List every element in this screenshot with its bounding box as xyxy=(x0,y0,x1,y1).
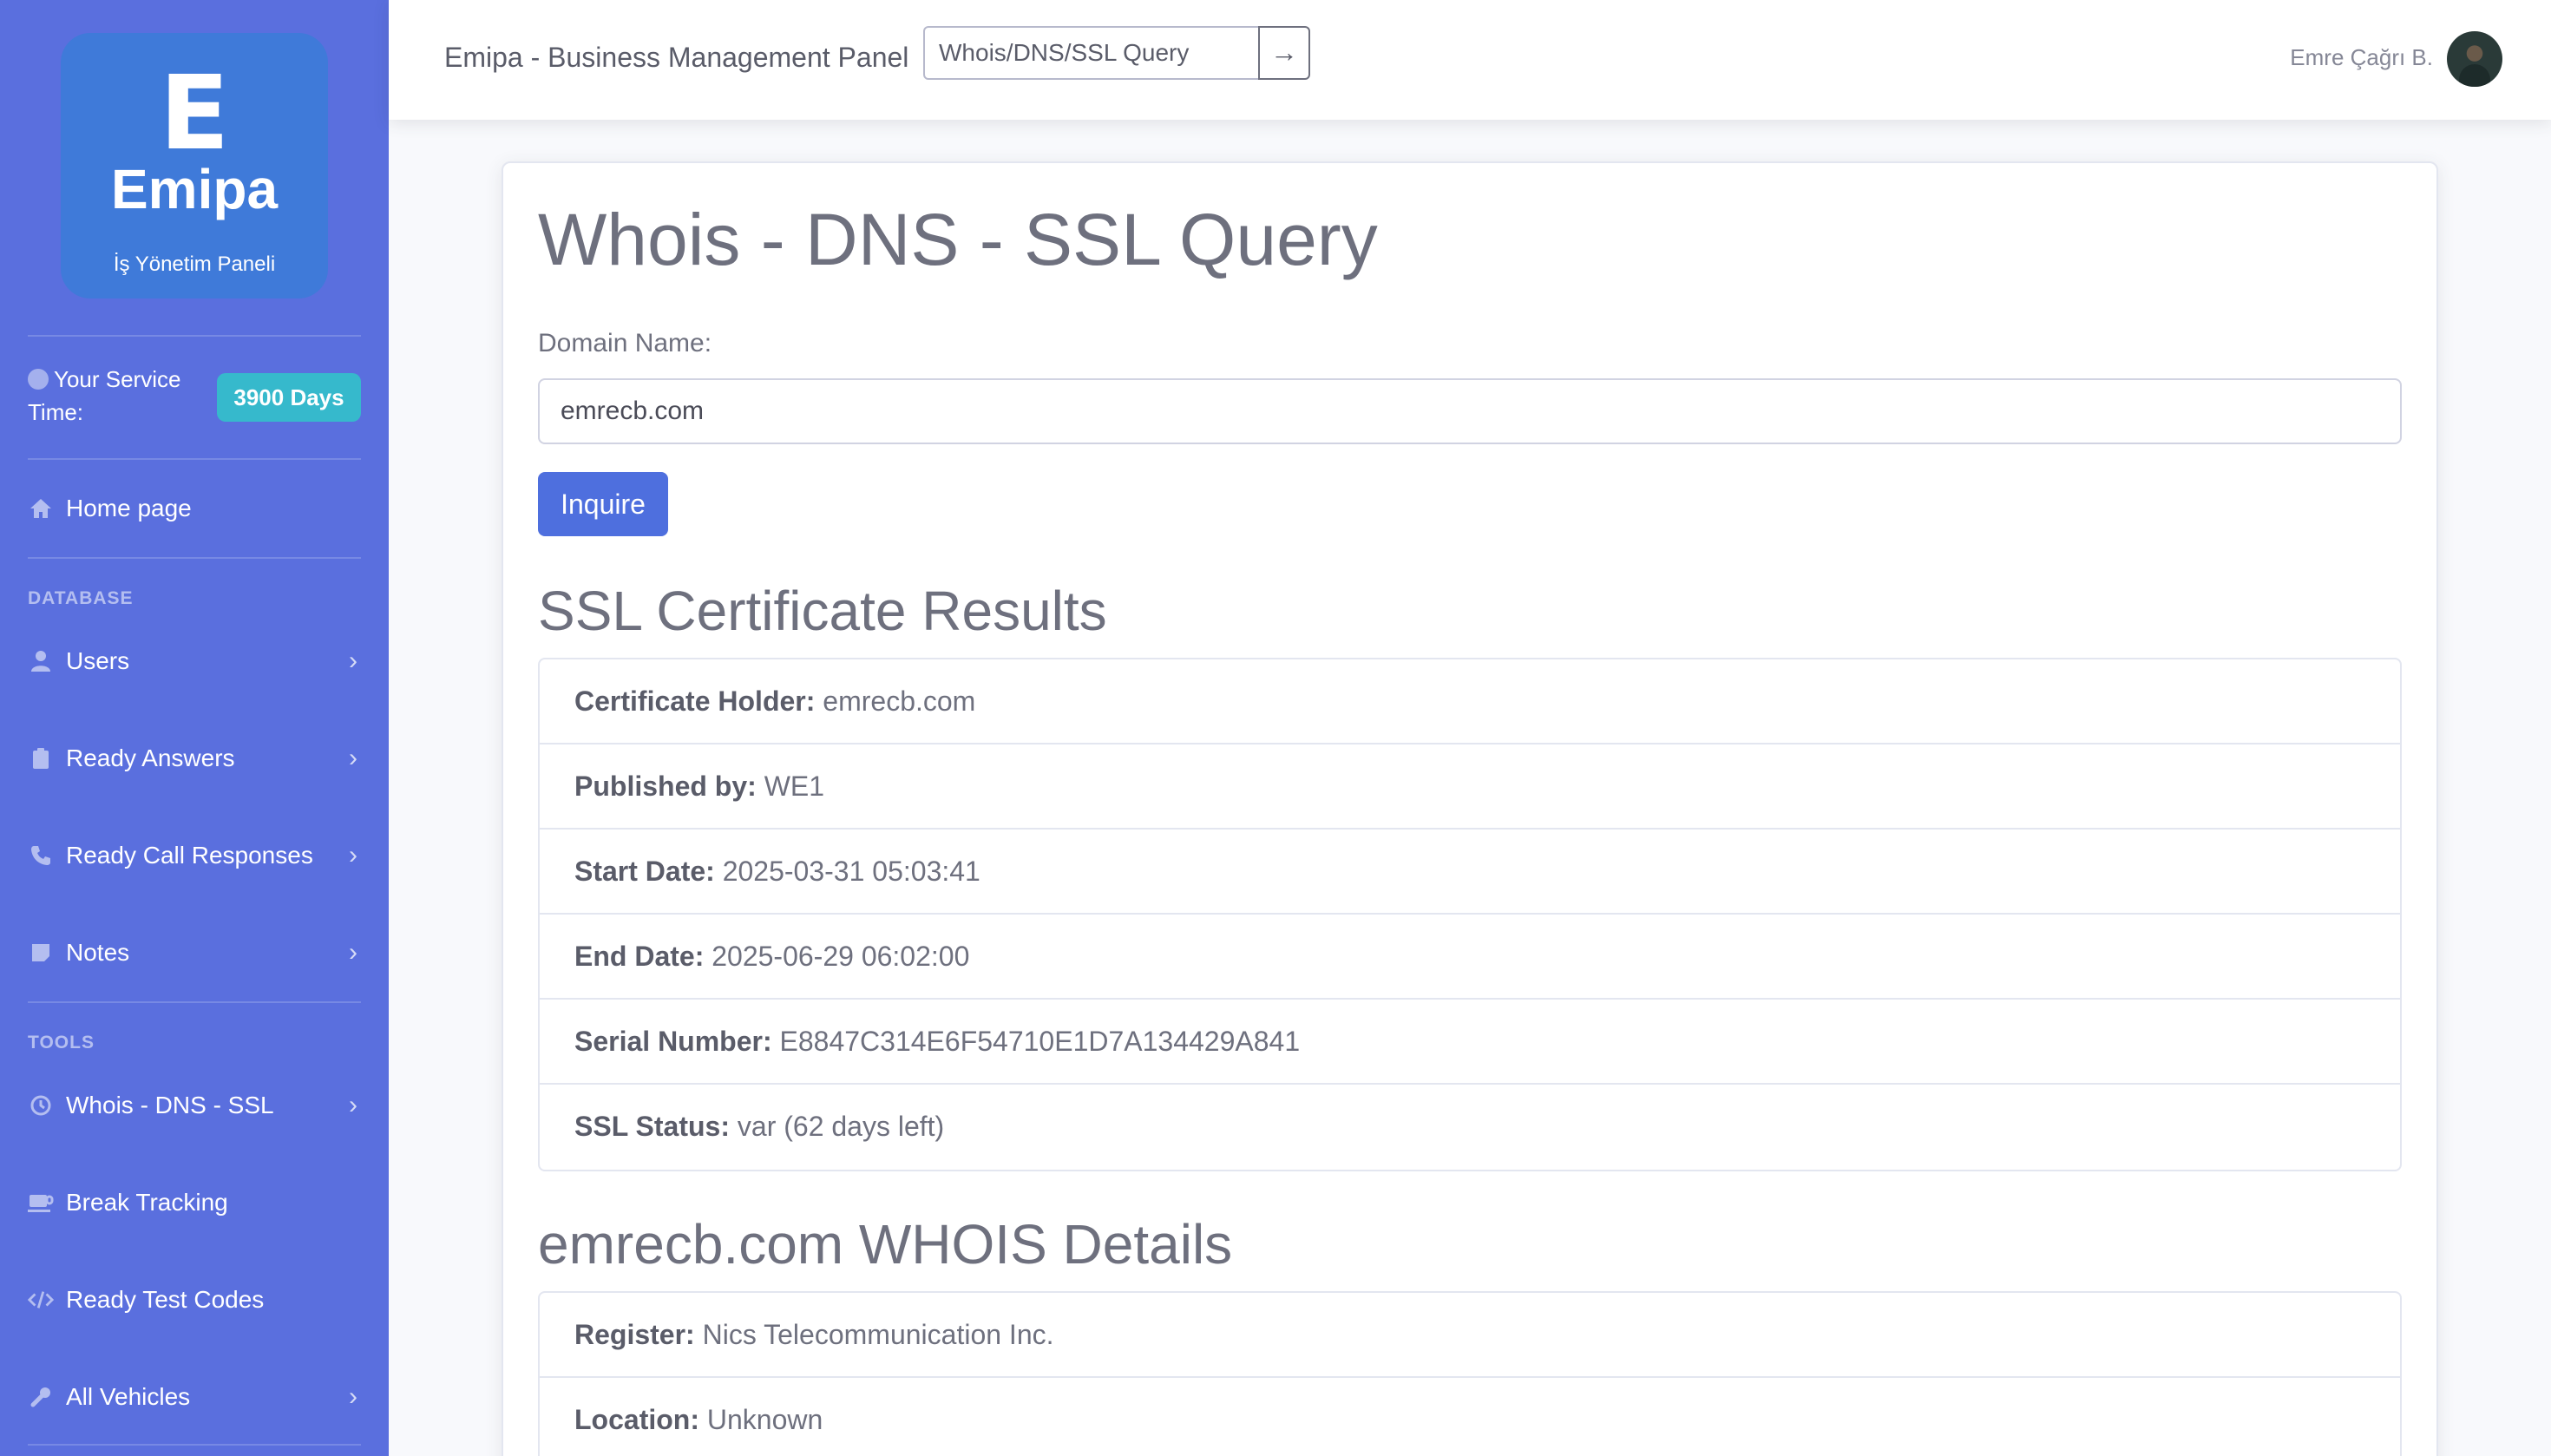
chevron-right-icon: › xyxy=(349,1382,357,1411)
sidebar-item-whois-dns-ssl[interactable]: Whois - DNS - SSL › xyxy=(28,1079,361,1131)
chevron-right-icon: › xyxy=(349,938,357,967)
sidebar: E Emipa İş Yönetim Paneli Your Service T… xyxy=(0,0,389,1456)
domain-label: Domain Name: xyxy=(538,329,712,357)
sidebar-item-label: Home page xyxy=(66,495,192,521)
topbar: Emipa - Business Management Panel → Emre… xyxy=(389,0,2551,120)
sidebar-item-all-vehicles[interactable]: All Vehicles › xyxy=(28,1371,361,1423)
wrench-icon xyxy=(28,1384,54,1410)
list-item: SSL Status: var (62 days left) xyxy=(574,1111,945,1142)
sidebar-item-label: Break Tracking xyxy=(66,1189,228,1216)
avatar[interactable] xyxy=(2447,31,2502,87)
brand-subtitle: İş Yönetim Paneli xyxy=(113,253,276,276)
sidebar-divider xyxy=(28,458,361,460)
top-search-input[interactable] xyxy=(923,26,1260,80)
page-title: Whois - DNS - SSL Query xyxy=(538,199,1378,280)
sidebar-item-label: Ready Test Codes xyxy=(66,1286,265,1313)
sidebar-item-users[interactable]: Users › xyxy=(28,635,361,687)
domain-input[interactable] xyxy=(538,378,2402,444)
sticky-note-icon xyxy=(28,940,54,966)
clipboard-icon xyxy=(28,745,54,771)
phone-icon xyxy=(28,843,54,869)
sidebar-item-ready-call-responses[interactable]: Ready Call Responses › xyxy=(28,830,361,882)
app-title: Emipa - Business Management Panel xyxy=(444,42,909,73)
ssl-results-heading: SSL Certificate Results xyxy=(538,580,1107,642)
ssl-results-list: Certificate Holder: emrecb.com Published… xyxy=(538,658,2402,1171)
sidebar-divider xyxy=(28,1001,361,1003)
sidebar-item-ready-answers[interactable]: Ready Answers › xyxy=(28,732,361,784)
chevron-right-icon: › xyxy=(349,1091,357,1119)
clock-icon xyxy=(28,369,49,390)
sidebar-item-ready-test-codes[interactable]: Ready Test Codes xyxy=(28,1274,361,1326)
history-icon xyxy=(28,1092,54,1118)
service-days-badge: 3900 Days xyxy=(217,373,361,422)
search-go-button[interactable]: → xyxy=(1258,26,1310,80)
logo-letter: E xyxy=(159,53,230,173)
brand-name: Emipa xyxy=(110,158,279,220)
user-icon xyxy=(28,648,54,674)
list-item: End Date: 2025-06-29 06:02:00 xyxy=(540,915,2400,1000)
chevron-right-icon: › xyxy=(349,744,357,772)
sidebar-item-label: All Vehicles xyxy=(66,1383,191,1410)
tools-heading: TOOLS xyxy=(28,1033,95,1053)
whois-details-list: Register: Nics Telecommunication Inc. Lo… xyxy=(538,1291,2402,1456)
sidebar-item-home[interactable]: Home page xyxy=(28,482,361,535)
list-item: Serial Number: E8847C314E6F54710E1D7A134… xyxy=(540,1000,2400,1085)
service-time-label: Your Service Time: xyxy=(28,366,181,425)
sidebar-item-label: Ready Answers xyxy=(66,744,235,771)
sidebar-item-label: Notes xyxy=(66,939,130,966)
sidebar-divider xyxy=(28,1444,361,1446)
coffee-icon xyxy=(28,1190,54,1216)
sidebar-divider xyxy=(28,335,361,337)
chevron-right-icon: › xyxy=(349,841,357,869)
sidebar-divider xyxy=(28,557,361,559)
sidebar-item-notes[interactable]: Notes › xyxy=(28,927,361,979)
sidebar-item-label: Ready Call Responses xyxy=(66,842,313,869)
whois-heading: emrecb.com WHOIS Details xyxy=(538,1213,1233,1276)
list-item: Certificate Holder: emrecb.com xyxy=(540,659,2400,744)
chevron-right-icon: › xyxy=(349,646,357,675)
list-item: Location: Unknown xyxy=(574,1404,823,1435)
arrow-right-icon: → xyxy=(1270,36,1298,68)
sidebar-item-label: Users xyxy=(66,647,130,674)
sidebar-item-break-tracking[interactable]: Break Tracking xyxy=(28,1177,361,1229)
user-name[interactable]: Emre Çağrı B. xyxy=(2290,42,2433,73)
home-icon xyxy=(28,495,54,521)
inquire-button[interactable]: Inquire xyxy=(538,472,668,536)
brand-logo[interactable]: E Emipa İş Yönetim Paneli xyxy=(61,33,328,298)
database-heading: DATABASE xyxy=(28,588,134,608)
list-item: Published by: WE1 xyxy=(540,744,2400,830)
list-item: Start Date: 2025-03-31 05:03:41 xyxy=(540,830,2400,915)
code-icon xyxy=(28,1287,54,1313)
sidebar-item-label: Whois - DNS - SSL xyxy=(66,1092,274,1118)
list-item: Register: Nics Telecommunication Inc. xyxy=(540,1293,2400,1378)
